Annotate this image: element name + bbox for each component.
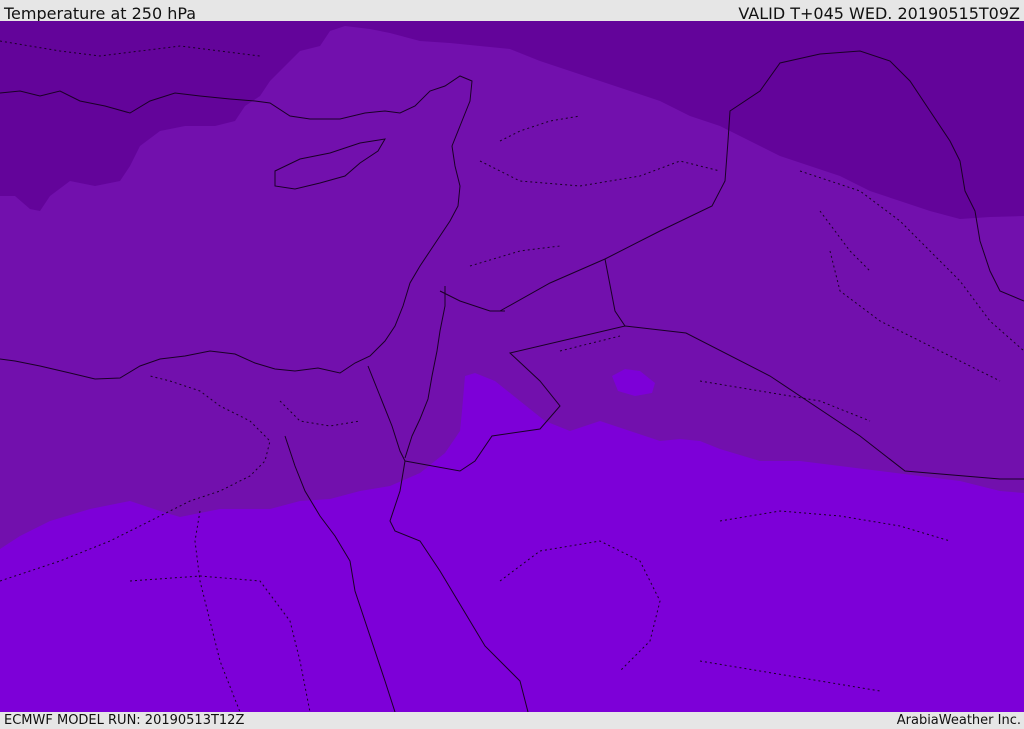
model-run-label: ECMWF MODEL RUN: 20190513T12Z [4, 713, 245, 728]
credit-label: ArabiaWeather Inc. [896, 713, 1021, 728]
temperature-map [0, 21, 1024, 712]
map-canvas [0, 21, 1024, 712]
header-bar: Temperature at 250 hPa VALID T+045 WED. … [0, 0, 1024, 23]
weather-map-page: Temperature at 250 hPa VALID T+045 WED. … [0, 0, 1024, 729]
footer-bar: ECMWF MODEL RUN: 20190513T12Z ArabiaWeat… [0, 712, 1024, 729]
